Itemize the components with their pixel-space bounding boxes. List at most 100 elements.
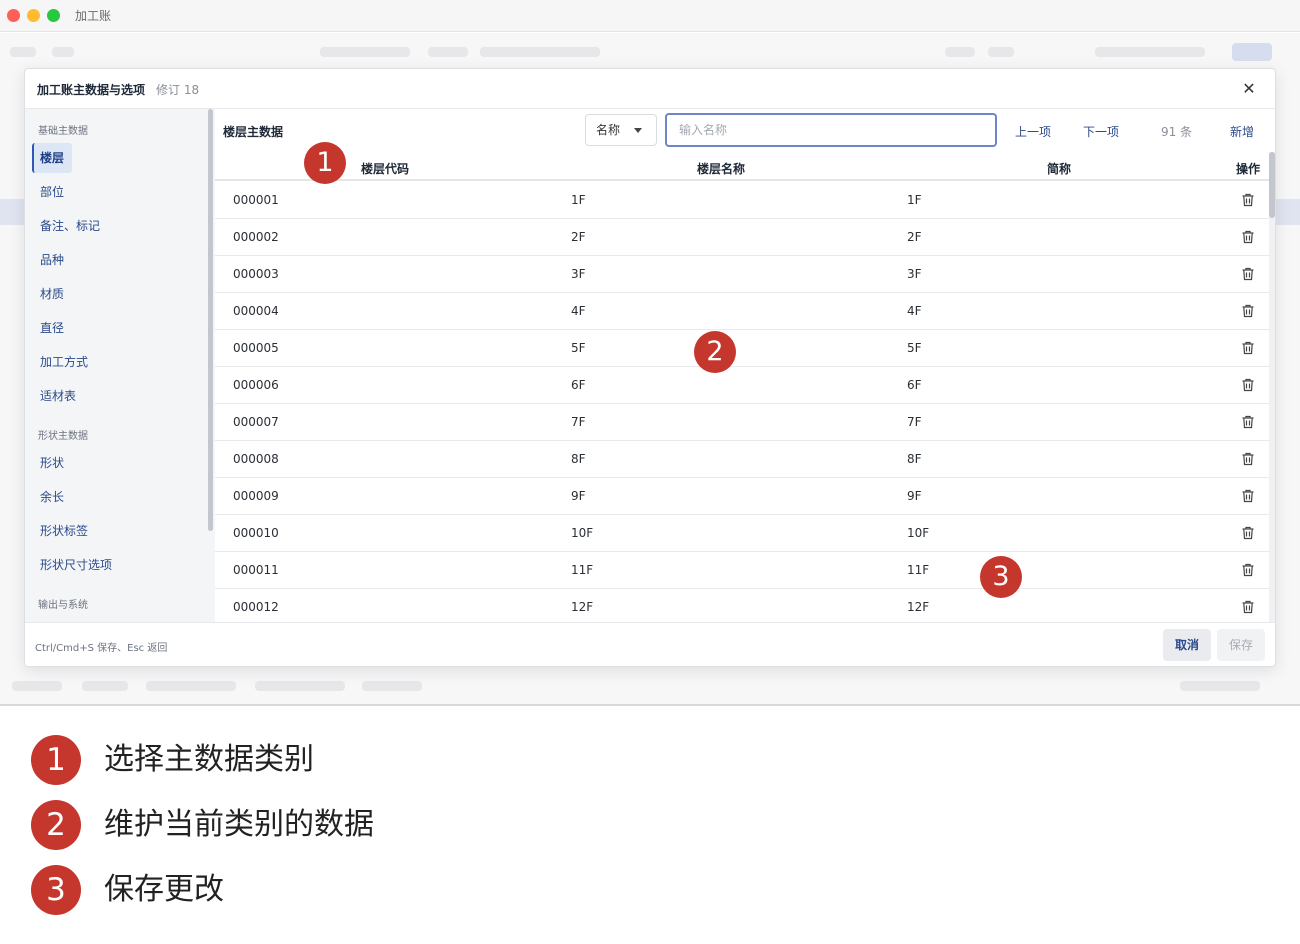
add-button[interactable]: 新增 [1230, 123, 1254, 140]
trash-icon[interactable] [1240, 562, 1256, 578]
trash-icon[interactable] [1240, 488, 1256, 504]
table-row[interactable]: 000008 8F 8F [215, 441, 1269, 478]
sidebar-item-part[interactable]: 部位 [32, 177, 72, 207]
cell-short: 1F [907, 193, 922, 207]
cell-name: 10F [571, 526, 594, 540]
annotation-marker-2: 2 [694, 331, 736, 373]
table-row[interactable]: 000001 1F 1F [215, 182, 1269, 219]
trash-icon[interactable] [1240, 525, 1256, 541]
sidebar-group-label: 形状主数据 [38, 431, 88, 442]
background-placeholder [1095, 47, 1205, 57]
cell-code: 000007 [233, 415, 279, 429]
cell-short: 8F [907, 452, 922, 466]
legend-divider [0, 704, 1300, 706]
background-placeholder [10, 47, 36, 57]
sidebar-item-floor[interactable]: 楼层 [32, 143, 72, 173]
trash-icon[interactable] [1240, 229, 1256, 245]
sidebar-item-shape[interactable]: 形状 [32, 448, 72, 478]
trash-icon[interactable] [1240, 414, 1256, 430]
cell-name: 4F [571, 304, 586, 318]
cell-code: 000004 [233, 304, 279, 318]
cell-code: 000008 [233, 452, 279, 466]
legend-marker-2: 2 [31, 800, 81, 850]
table-row[interactable]: 000006 6F 6F [215, 367, 1269, 404]
trash-icon[interactable] [1240, 340, 1256, 356]
sidebar-item-material-table[interactable]: 适材表 [32, 381, 152, 411]
trash-icon[interactable] [1240, 451, 1256, 467]
trash-icon[interactable] [1240, 192, 1256, 208]
sidebar-item-shape-size-options[interactable]: 形状尺寸选项 [32, 550, 152, 580]
cancel-button[interactable]: 取消 [1163, 629, 1211, 661]
save-button[interactable]: 保存 [1217, 629, 1265, 661]
column-header-action: 操作 [1236, 162, 1261, 176]
sidebar-item-shape-tag[interactable]: 形状标签 [32, 516, 152, 546]
cell-code: 000009 [233, 489, 279, 503]
cell-name: 12F [571, 600, 594, 614]
background-placeholder [1232, 43, 1272, 61]
table-row[interactable]: 000003 3F 3F [215, 256, 1269, 293]
chevron-down-icon [634, 128, 642, 133]
sidebar-item-extra-length[interactable]: 余长 [32, 482, 72, 512]
cell-name: 2F [571, 230, 586, 244]
prev-item-button[interactable]: 上一项 [1015, 123, 1051, 140]
shortcut-hint: Ctrl/Cmd+S 保存、Esc 返回 [35, 643, 168, 654]
table-row[interactable]: 000010 10F 10F [215, 515, 1269, 552]
trash-icon[interactable] [1240, 377, 1256, 393]
cell-code: 000012 [233, 600, 279, 614]
table-row[interactable]: 000007 7F 7F [215, 404, 1269, 441]
cell-short: 9F [907, 489, 922, 503]
cell-short: 6F [907, 378, 922, 392]
cell-short: 12F [907, 600, 930, 614]
search-input[interactable] [665, 113, 997, 147]
dialog-header: 加工账主数据与选项 修订 18 ✕ [25, 69, 1275, 109]
cell-short: 7F [907, 415, 922, 429]
annotation-marker-1: 1 [304, 142, 346, 184]
search-field-select[interactable]: 名称 [585, 114, 657, 146]
sidebar-scrollbar[interactable] [208, 109, 213, 531]
table-row[interactable]: 000004 4F 4F [215, 293, 1269, 330]
floor-table: 楼层代码 楼层名称 简称 操作 000001 1F 1F 000002 2F 2F 0000… [215, 152, 1269, 622]
table-scrollbar[interactable] [1269, 152, 1275, 622]
table-row[interactable]: 000009 9F 9F [215, 478, 1269, 515]
cell-short: 10F [907, 526, 930, 540]
next-item-button[interactable]: 下一项 [1083, 123, 1119, 140]
background-placeholder [255, 681, 345, 691]
zoom-window-button[interactable] [47, 9, 60, 22]
background-placeholder [82, 681, 128, 691]
category-sidebar: 基础主数据 楼层 部位 备注、标记 品种 材质 直径 加工方式 适材表 形状主数… [25, 109, 215, 622]
sidebar-item-material[interactable]: 材质 [32, 279, 72, 309]
trash-icon[interactable] [1240, 599, 1256, 615]
close-window-button[interactable] [7, 9, 20, 22]
legend-marker-1: 1 [31, 735, 81, 785]
legend-marker-3: 3 [31, 865, 81, 915]
trash-icon[interactable] [1240, 266, 1256, 282]
sidebar-item-variety[interactable]: 品种 [32, 245, 72, 275]
record-count: 91 条 [1161, 125, 1193, 139]
column-header-short[interactable]: 简称 [1047, 160, 1071, 177]
table-row[interactable]: 000011 11F 11F [215, 552, 1269, 589]
background-placeholder [945, 47, 975, 57]
section-title: 楼层主数据 [223, 125, 284, 139]
cell-code: 000011 [233, 563, 279, 577]
dialog-title: 加工账主数据与选项 [37, 83, 146, 97]
cell-name: 8F [571, 452, 586, 466]
cell-short: 2F [907, 230, 922, 244]
cell-code: 000010 [233, 526, 279, 540]
minimize-window-button[interactable] [27, 9, 40, 22]
background-placeholder [988, 47, 1014, 57]
sidebar-item-diameter[interactable]: 直径 [32, 313, 72, 343]
column-header-name[interactable]: 楼层名称 [697, 160, 745, 177]
cell-code: 000003 [233, 267, 279, 281]
trash-icon[interactable] [1240, 303, 1256, 319]
cell-short: 11F [907, 563, 930, 577]
sidebar-item-notes[interactable]: 备注、标记 [32, 211, 152, 241]
close-icon[interactable]: ✕ [1239, 79, 1259, 99]
cell-name: 7F [571, 415, 586, 429]
table-row[interactable]: 000012 12F 12F [215, 589, 1269, 622]
sidebar-item-process-method[interactable]: 加工方式 [32, 347, 152, 377]
table-row[interactable]: 000005 5F 5F [215, 330, 1269, 367]
column-header-code[interactable]: 楼层代码 [361, 160, 409, 177]
table-row[interactable]: 000002 2F 2F [215, 219, 1269, 256]
sidebar-group-label: 基础主数据 [38, 126, 88, 137]
table-scrollbar-thumb[interactable] [1269, 152, 1275, 218]
